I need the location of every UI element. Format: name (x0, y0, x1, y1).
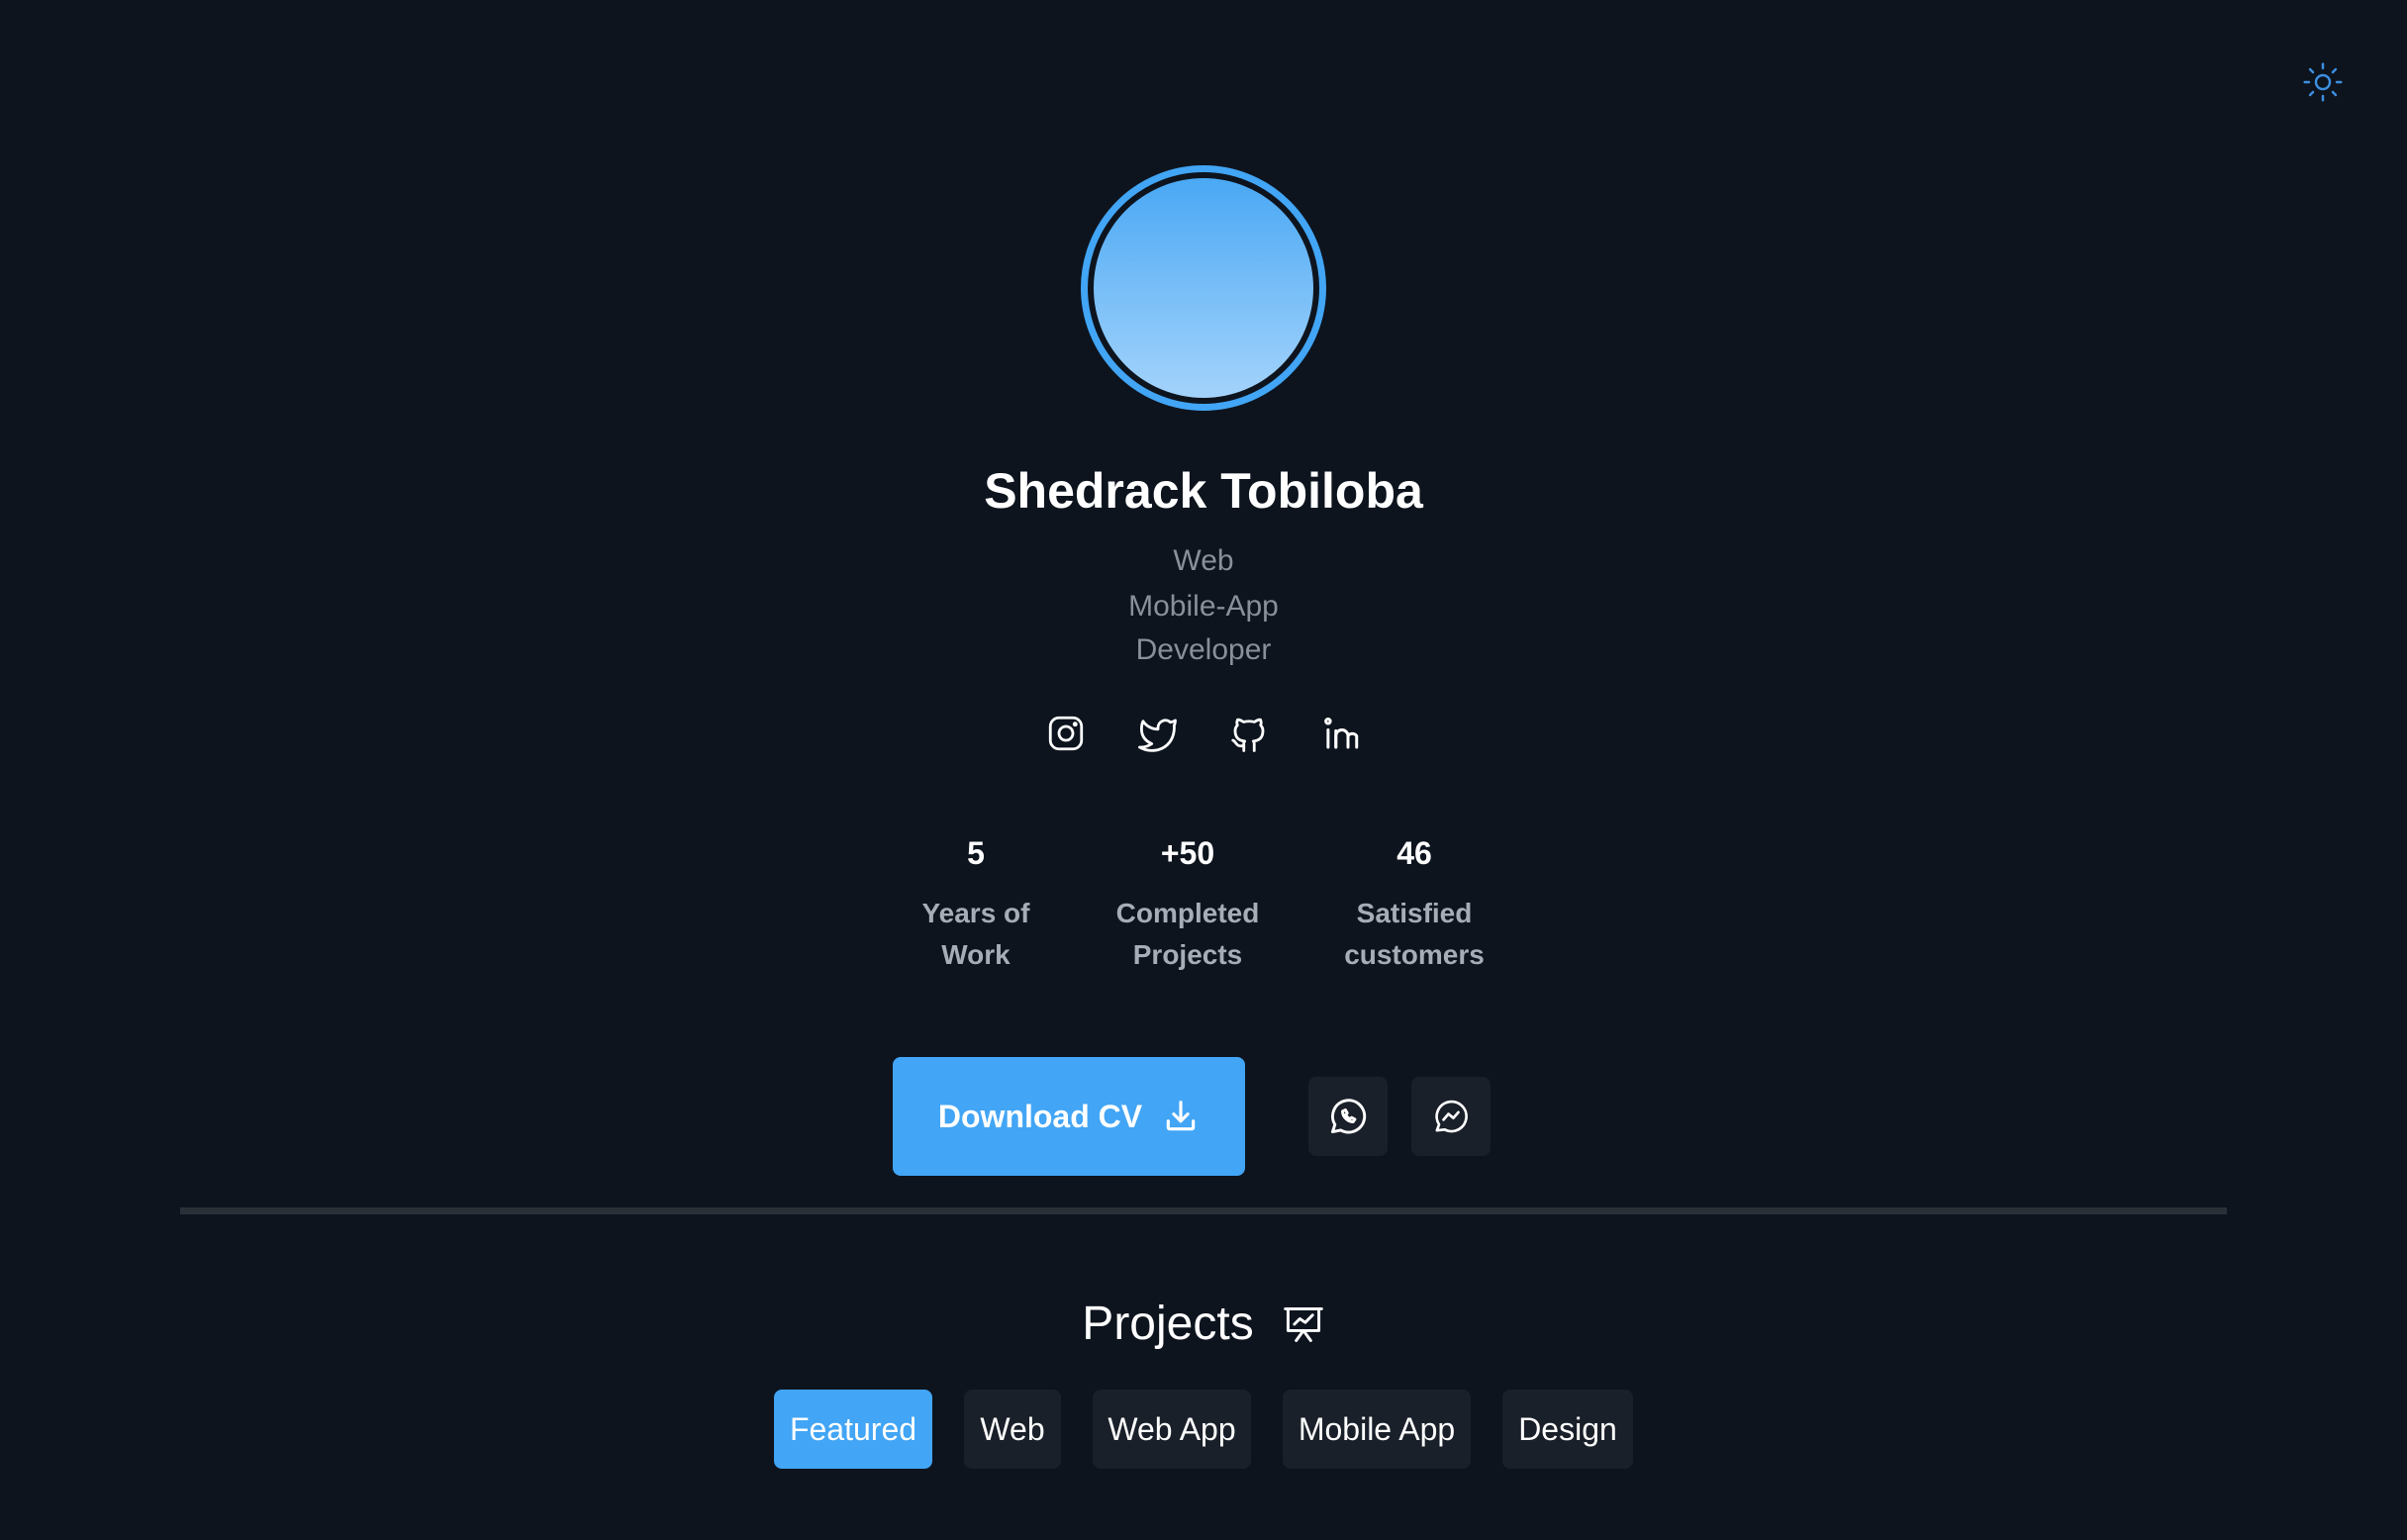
download-icon (1162, 1098, 1200, 1135)
messenger-icon (1435, 1100, 1468, 1133)
profile-name: Shedrack Tobiloba (984, 463, 1423, 519)
github-link[interactable] (1226, 711, 1272, 756)
projects-title: Projects (1082, 1298, 1254, 1350)
whatsapp-icon (1330, 1099, 1367, 1134)
social-links (1043, 711, 1364, 756)
section-divider (180, 1207, 2227, 1214)
tab-design[interactable]: Design (1502, 1390, 1633, 1469)
tab-web[interactable]: Web (964, 1390, 1061, 1469)
stat-label-line: Satisfied (1356, 898, 1473, 928)
stat-value: 5 (967, 835, 985, 871)
twitter-icon (1137, 719, 1177, 752)
stat-label-line: Projects (1132, 939, 1243, 970)
twitter-link[interactable] (1135, 711, 1181, 756)
stat-label: Years of Work (906, 893, 1046, 976)
github-icon (1231, 718, 1265, 752)
stat-completed-projects: +50 Completed Projects (1104, 833, 1272, 976)
messenger-button[interactable] (1411, 1077, 1491, 1156)
stat-value: 46 (1396, 835, 1432, 871)
project-filter-tabs: Featured Web Web App Mobile App Design (0, 1390, 2407, 1469)
stat-label-line: customers (1344, 939, 1485, 970)
linkedin-icon (1324, 717, 1359, 749)
stat-label-line: Completed (1115, 898, 1260, 928)
tab-featured[interactable]: Featured (774, 1390, 932, 1469)
stat-label-line: Work (941, 939, 1011, 970)
linkedin-link[interactable] (1318, 711, 1364, 756)
sun-icon (2303, 62, 2343, 102)
stat-satisfied-customers: 46 Satisfied customers (1330, 833, 1498, 976)
projects-heading: Projects (0, 1295, 2407, 1354)
instagram-icon (1048, 716, 1084, 751)
stat-label: Satisfied customers (1330, 893, 1498, 976)
stat-label-line: Years of (921, 898, 1030, 928)
stat-value: +50 (1160, 835, 1215, 871)
presentation-chart-icon (1282, 1302, 1325, 1346)
role-line-web: Web (1173, 544, 1234, 577)
avatar (1081, 165, 1326, 411)
instagram-link[interactable] (1043, 711, 1089, 756)
stat-label: Completed Projects (1104, 893, 1272, 976)
tab-web-app[interactable]: Web App (1093, 1390, 1251, 1469)
download-cv-button[interactable]: Download CV (893, 1057, 1245, 1176)
tab-mobile-app[interactable]: Mobile App (1283, 1390, 1471, 1469)
download-cv-label: Download CV (937, 1098, 1143, 1134)
avatar-image (1094, 178, 1313, 398)
whatsapp-button[interactable] (1308, 1077, 1388, 1156)
role-line-mobile-app: Mobile-App (1128, 590, 1279, 623)
theme-toggle-button[interactable] (2300, 59, 2346, 105)
role-line-developer: Developer (1135, 633, 1272, 666)
stat-years-of-work: 5 Years of Work (906, 833, 1046, 976)
